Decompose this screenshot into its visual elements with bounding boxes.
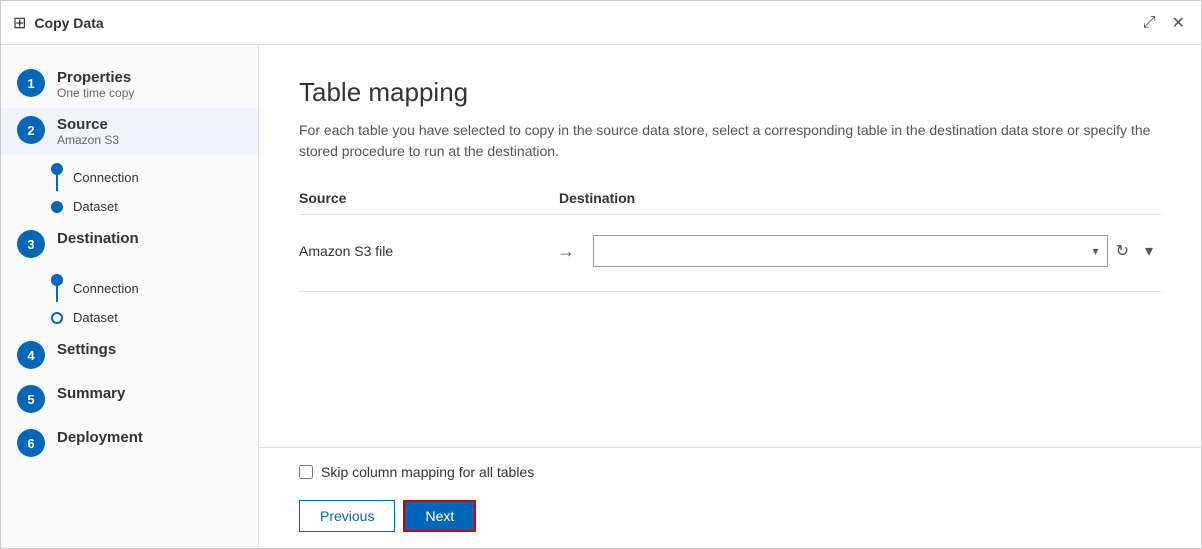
- dest-connection-dot-container: [49, 274, 65, 302]
- dest-connection-dot: [51, 274, 63, 286]
- destination-sub-steps: Connection Dataset: [1, 266, 258, 333]
- step-sublabel-source: Amazon S3: [57, 133, 119, 147]
- mapping-dest-select: ▾ ↻ ▾: [593, 235, 1161, 267]
- source-connection-dot-container: [49, 163, 65, 191]
- source-dataset-step[interactable]: Dataset: [33, 195, 258, 218]
- step-text-2: Source Amazon S3: [57, 116, 119, 147]
- step-text-6: Deployment: [57, 429, 143, 446]
- expand-button[interactable]: ⤢: [1139, 9, 1160, 37]
- step-label-summary: Summary: [57, 385, 125, 402]
- title-bar-controls: ⤢ ✕: [1139, 9, 1189, 37]
- skip-column-mapping-label: Skip column mapping for all tables: [321, 464, 534, 480]
- sidebar-item-destination[interactable]: 3 Destination: [1, 222, 258, 266]
- source-connection-line: [56, 175, 58, 191]
- sidebar-item-source[interactable]: 2 Source Amazon S3: [1, 108, 258, 155]
- main-content: 1 Properties One time copy 2 Source Amaz…: [1, 45, 1201, 548]
- step-sublabel-properties: One time copy: [57, 86, 134, 100]
- dest-dataset-step[interactable]: Dataset: [33, 306, 258, 329]
- page-description: For each table you have selected to copy…: [299, 120, 1159, 162]
- step-label-destination: Destination: [57, 230, 139, 247]
- step-circle-6: 6: [17, 429, 45, 457]
- sidebar-item-settings[interactable]: 4 Settings: [1, 333, 258, 377]
- step-text-5: Summary: [57, 385, 125, 402]
- step-circle-4: 4: [17, 341, 45, 369]
- expand-row-button[interactable]: ▾: [1137, 237, 1161, 265]
- dest-dataset-dot: [51, 312, 63, 324]
- content-scroll: Table mapping For each table you have se…: [259, 45, 1201, 447]
- source-connection-step[interactable]: Connection: [33, 159, 258, 195]
- copy-data-icon: ⊞: [13, 13, 26, 33]
- step-circle-2: 2: [17, 116, 45, 144]
- close-button[interactable]: ✕: [1168, 9, 1189, 37]
- mapping-source-label: Amazon S3 file: [299, 243, 539, 259]
- source-dataset-dot-container: [49, 201, 65, 213]
- sidebar-item-properties[interactable]: 1 Properties One time copy: [1, 61, 258, 108]
- mapping-table: Source Destination Amazon S3 file → ▾ ↻: [299, 190, 1161, 275]
- step-circle-3: 3: [17, 230, 45, 258]
- step-text-1: Properties One time copy: [57, 69, 134, 100]
- source-connection-dot: [51, 163, 63, 175]
- step-text-4: Settings: [57, 341, 116, 358]
- refresh-button[interactable]: ↻: [1108, 237, 1137, 265]
- copy-data-window: ⊞ Copy Data ⤢ ✕ 1 Properties One time co…: [0, 0, 1202, 549]
- source-connection-label: Connection: [73, 170, 139, 185]
- sidebar: 1 Properties One time copy 2 Source Amaz…: [1, 45, 259, 548]
- sidebar-item-summary[interactable]: 5 Summary: [1, 377, 258, 421]
- skip-column-mapping-checkbox[interactable]: [299, 465, 313, 479]
- source-sub-steps: Connection Dataset: [1, 155, 258, 222]
- footer-area: Skip column mapping for all tables Previ…: [259, 447, 1201, 548]
- window-title: Copy Data: [34, 15, 103, 31]
- mapping-header-dest: Destination: [559, 190, 1161, 206]
- step-label-deployment: Deployment: [57, 429, 143, 446]
- title-bar: ⊞ Copy Data ⤢ ✕: [1, 1, 1201, 45]
- source-dataset-dot: [51, 201, 63, 213]
- title-bar-left: ⊞ Copy Data: [13, 13, 104, 33]
- checkbox-row: Skip column mapping for all tables: [299, 464, 1161, 480]
- next-button[interactable]: Next: [403, 500, 476, 532]
- mapping-arrow-icon: →: [551, 241, 581, 262]
- dest-dataset-dot-container: [49, 312, 65, 324]
- step-label-properties: Properties: [57, 69, 134, 86]
- separator: [299, 291, 1161, 292]
- content-area: Table mapping For each table you have se…: [259, 45, 1201, 548]
- mapping-header-source: Source: [299, 190, 559, 206]
- dest-connection-step[interactable]: Connection: [33, 270, 258, 306]
- sidebar-item-deployment[interactable]: 6 Deployment: [1, 421, 258, 465]
- button-row: Previous Next: [299, 500, 1161, 532]
- dest-connection-label: Connection: [73, 281, 139, 296]
- source-dataset-label: Dataset: [73, 199, 118, 214]
- mapping-row: Amazon S3 file → ▾ ↻ ▾: [299, 227, 1161, 275]
- page-title: Table mapping: [299, 77, 1161, 108]
- mapping-header: Source Destination: [299, 190, 1161, 215]
- step-circle-1: 1: [17, 69, 45, 97]
- chevron-down-icon: ▾: [1093, 244, 1099, 258]
- dest-connection-line: [56, 286, 58, 302]
- destination-dropdown[interactable]: ▾: [593, 235, 1108, 267]
- step-text-3: Destination: [57, 230, 139, 247]
- previous-button[interactable]: Previous: [299, 500, 395, 532]
- dest-dataset-label: Dataset: [73, 310, 118, 325]
- step-circle-5: 5: [17, 385, 45, 413]
- step-label-source: Source: [57, 116, 119, 133]
- step-label-settings: Settings: [57, 341, 116, 358]
